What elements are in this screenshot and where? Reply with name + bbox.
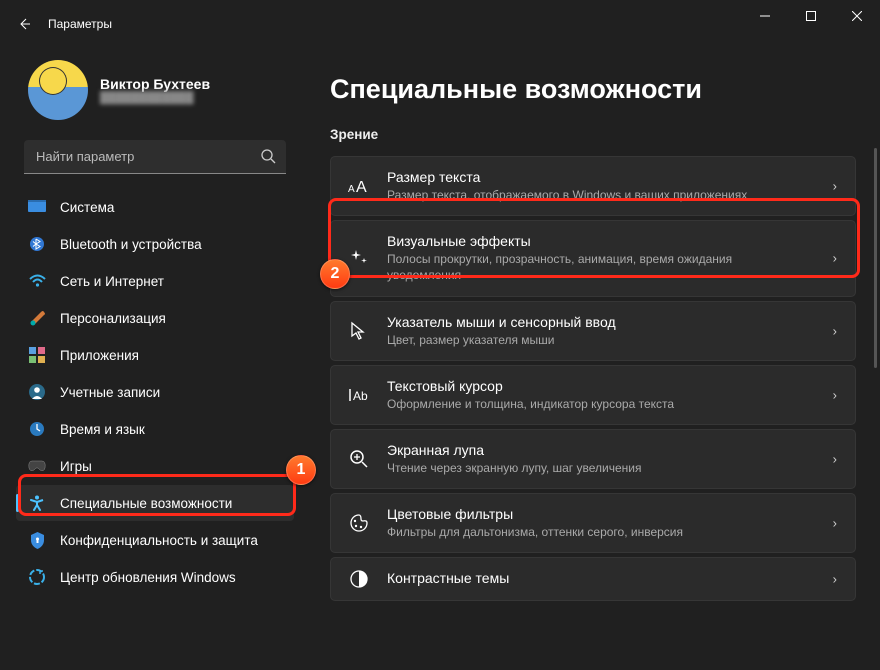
sidebar-item-label: Персонализация <box>60 311 166 326</box>
sidebar-item-label: Специальные возможности <box>60 496 232 511</box>
contrast-icon <box>347 567 371 591</box>
sidebar-item-bluetooth[interactable]: Bluetooth и устройства <box>16 226 294 262</box>
chevron-right-icon: › <box>833 179 837 194</box>
person-icon <box>28 383 46 401</box>
card-desc: Размер текста, отображаемого в Windows и… <box>387 187 805 203</box>
sidebar: Виктор Бухтеев ████████████ Система Blue… <box>0 48 310 670</box>
apps-icon <box>28 346 46 364</box>
sidebar-item-label: Учетные записи <box>60 385 160 400</box>
brush-icon <box>28 309 46 327</box>
card-contrast-themes[interactable]: Контрастные темы › <box>330 557 856 601</box>
card-title: Визуальные эффекты <box>387 233 805 249</box>
window-controls <box>742 0 880 32</box>
sidebar-item-privacy[interactable]: Конфиденциальность и защита <box>16 522 294 558</box>
chevron-right-icon: › <box>833 516 837 531</box>
search-icon <box>260 148 276 169</box>
card-title: Экранная лупа <box>387 442 805 458</box>
card-color-filters[interactable]: Цветовые фильтры Фильтры для дальтонизма… <box>330 493 856 553</box>
back-button[interactable] <box>0 16 48 32</box>
sidebar-item-system[interactable]: Система <box>16 189 294 225</box>
chevron-right-icon: › <box>833 323 837 338</box>
chevron-right-icon: › <box>833 251 837 266</box>
card-visual-effects[interactable]: Визуальные эффекты Полосы прокрутки, про… <box>330 220 856 296</box>
search-box <box>24 140 286 174</box>
arrow-left-icon <box>16 16 32 32</box>
avatar <box>28 60 88 120</box>
profile-email: ████████████ <box>100 92 210 104</box>
sidebar-item-label: Система <box>60 200 114 215</box>
body: Виктор Бухтеев ████████████ Система Blue… <box>0 48 880 670</box>
sidebar-item-accounts[interactable]: Учетные записи <box>16 374 294 410</box>
card-text-cursor[interactable]: Ab Текстовый курсор Оформление и толщина… <box>330 365 856 425</box>
cursor-icon <box>347 319 371 343</box>
magnifier-icon <box>347 447 371 471</box>
card-title: Цветовые фильтры <box>387 506 805 522</box>
app-title: Параметры <box>48 17 112 31</box>
gamepad-icon <box>28 457 46 475</box>
sidebar-item-time-language[interactable]: Время и язык <box>16 411 294 447</box>
card-title: Контрастные темы <box>387 570 805 586</box>
maximize-button[interactable] <box>788 0 834 32</box>
windows-update-icon <box>28 568 46 586</box>
card-desc: Фильтры для дальтонизма, оттенки серого,… <box>387 524 805 540</box>
card-desc: Чтение через экранную лупу, шаг увеличен… <box>387 460 805 476</box>
sidebar-item-label: Bluetooth и устройства <box>60 237 202 252</box>
card-text-size[interactable]: AA Размер текста Размер текста, отобража… <box>330 156 856 216</box>
main-content: Специальные возможности Зрение AA Размер… <box>310 48 880 670</box>
card-title: Размер текста <box>387 169 805 185</box>
annotation-badge-2: 2 <box>320 259 350 289</box>
annotation-badge-1: 1 <box>286 455 316 485</box>
sidebar-item-accessibility[interactable]: Специальные возможности <box>16 485 294 521</box>
display-icon <box>28 198 46 216</box>
sidebar-item-label: Приложения <box>60 348 139 363</box>
sidebar-item-label: Время и язык <box>60 422 145 437</box>
card-mouse-pointer[interactable]: Указатель мыши и сенсорный ввод Цвет, ра… <box>330 301 856 361</box>
profile-name: Виктор Бухтеев <box>100 76 210 92</box>
card-title: Текстовый курсор <box>387 378 805 394</box>
chevron-right-icon: › <box>833 572 837 587</box>
chevron-right-icon: › <box>833 452 837 467</box>
profile-block[interactable]: Виктор Бухтеев ████████████ <box>8 48 302 140</box>
text-cursor-icon: Ab <box>347 383 371 407</box>
close-button[interactable] <box>834 0 880 32</box>
text-size-icon: AA <box>347 174 371 198</box>
svg-text:Ab: Ab <box>353 389 368 403</box>
shield-icon <box>28 531 46 549</box>
scrollbar[interactable] <box>874 148 877 368</box>
titlebar: Параметры <box>0 0 880 48</box>
page-title: Специальные возможности <box>330 74 856 105</box>
sidebar-item-network[interactable]: Сеть и Интернет <box>16 263 294 299</box>
svg-text:A: A <box>356 179 367 195</box>
svg-text:A: A <box>348 184 355 195</box>
card-magnifier[interactable]: Экранная лупа Чтение через экранную лупу… <box>330 429 856 489</box>
bluetooth-icon <box>28 235 46 253</box>
search-input[interactable] <box>24 140 286 174</box>
chevron-right-icon: › <box>833 387 837 402</box>
card-desc: Полосы прокрутки, прозрачность, анимация… <box>387 251 805 283</box>
sidebar-item-label: Сеть и Интернет <box>60 274 164 289</box>
card-title: Указатель мыши и сенсорный ввод <box>387 314 805 330</box>
card-desc: Оформление и толщина, индикатор курсора … <box>387 396 805 412</box>
sidebar-item-gaming[interactable]: Игры <box>16 448 294 484</box>
section-heading: Зрение <box>330 127 856 142</box>
card-desc: Цвет, размер указателя мыши <box>387 332 805 348</box>
sidebar-item-label: Центр обновления Windows <box>60 570 236 585</box>
minimize-button[interactable] <box>742 0 788 32</box>
settings-cards: AA Размер текста Размер текста, отобража… <box>330 156 856 601</box>
sidebar-item-label: Игры <box>60 459 92 474</box>
wifi-icon <box>28 272 46 290</box>
sidebar-item-windows-update[interactable]: Центр обновления Windows <box>16 559 294 595</box>
sidebar-item-label: Конфиденциальность и защита <box>60 533 258 548</box>
settings-window: Параметры Виктор Бухтеев ████████████ <box>0 0 880 670</box>
clock-globe-icon <box>28 420 46 438</box>
sidebar-item-personalization[interactable]: Персонализация <box>16 300 294 336</box>
accessibility-icon <box>28 494 46 512</box>
sparkle-icon <box>347 246 371 270</box>
palette-icon <box>347 511 371 535</box>
sidebar-item-apps[interactable]: Приложения <box>16 337 294 373</box>
nav-list: Система Bluetooth и устройства Сеть и Ин… <box>8 188 302 670</box>
